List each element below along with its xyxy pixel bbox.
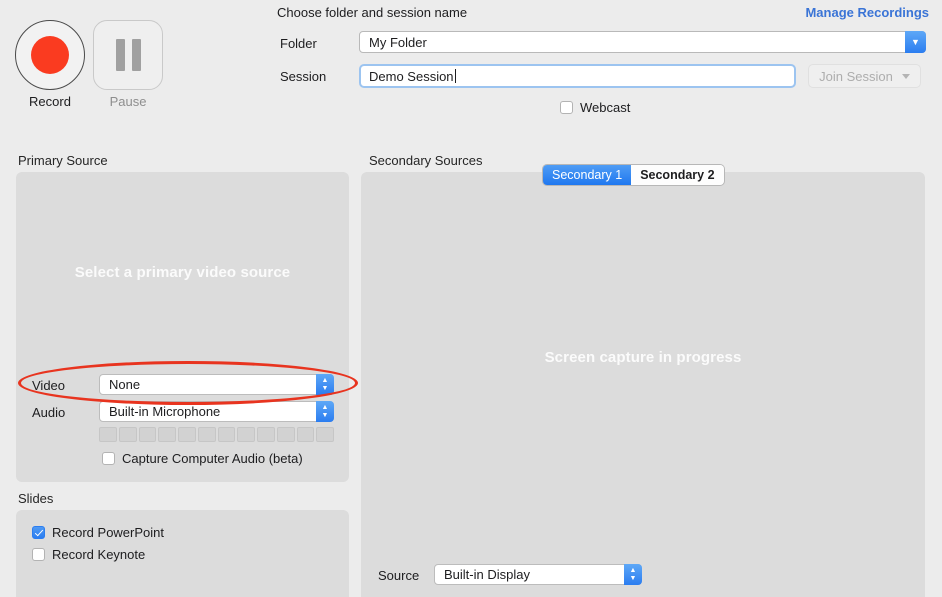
record-keynote-row[interactable]: Record Keynote	[32, 547, 145, 562]
pause-bars-icon	[115, 39, 125, 71]
primary-preview-text: Select a primary video source	[74, 263, 291, 281]
audio-level-segment	[276, 427, 295, 442]
audio-level-segment	[178, 427, 196, 442]
secondary-preview-text: Screen capture in progress	[544, 348, 742, 366]
audio-level-segment	[118, 427, 137, 442]
record-powerpoint-row[interactable]: Record PowerPoint	[32, 525, 164, 540]
updown-chevron-icon[interactable]: ▲ ▼	[316, 374, 334, 395]
text-caret	[454, 68, 456, 83]
record-circle-icon	[31, 36, 69, 74]
audio-source-value: Built-in Microphone	[109, 404, 221, 419]
session-setup-form: Choose folder and session name Manage Re…	[277, 0, 942, 130]
primary-video-preview[interactable]: Select a primary video source	[16, 172, 349, 372]
secondary-source-tabs: Secondary 1 Secondary 2	[543, 165, 724, 185]
webcast-label: Webcast	[580, 100, 631, 115]
audio-level-segment	[237, 427, 255, 442]
video-source-label: Video	[32, 378, 66, 393]
audio-level-segment	[99, 427, 117, 442]
record-keynote-label: Record Keynote	[52, 547, 146, 562]
slides-heading: Slides	[18, 491, 54, 506]
audio-level-segment	[217, 427, 236, 442]
secondary-source-value: Built-in Display	[444, 567, 530, 582]
manage-recordings-link[interactable]: Manage Recordings	[805, 5, 929, 20]
video-source-popup[interactable]: None ▲ ▼	[99, 374, 334, 395]
tab-secondary-2[interactable]: Secondary 2	[631, 165, 724, 185]
folder-combobox[interactable]: My Folder ▼	[359, 31, 926, 53]
pause-button[interactable]	[93, 20, 163, 90]
join-session-button[interactable]: Join Session	[808, 64, 921, 88]
session-label: Session	[280, 69, 327, 84]
secondary-sources-heading: Secondary Sources	[369, 153, 483, 168]
transport-controls: Record Pause	[0, 0, 270, 130]
secondary-source-label: Source	[378, 568, 420, 583]
webcast-checkbox[interactable]	[560, 101, 573, 114]
chevron-down-icon[interactable]: ▼	[905, 31, 926, 53]
updown-chevron-icon[interactable]: ▲ ▼	[316, 401, 334, 422]
pause-bars-icon	[131, 39, 141, 71]
capture-computer-audio-row[interactable]: Capture Computer Audio (beta)	[102, 451, 303, 466]
video-source-value: None	[109, 377, 141, 392]
caret-down-icon	[901, 73, 910, 79]
record-powerpoint-label: Record PowerPoint	[52, 525, 164, 540]
audio-level-meter	[99, 427, 334, 442]
capture-computer-audio-checkbox[interactable]	[102, 452, 115, 465]
record-button-label: Record	[29, 94, 71, 109]
audio-source-label: Audio	[32, 405, 66, 420]
audio-level-segment	[138, 427, 157, 442]
audio-level-segment	[158, 427, 176, 442]
audio-level-segment	[316, 427, 334, 442]
audio-level-segment	[296, 427, 315, 442]
secondary-source-popup[interactable]: Built-in Display ▲ ▼	[434, 564, 642, 585]
record-powerpoint-checkbox[interactable]	[32, 526, 45, 539]
audio-source-popup[interactable]: Built-in Microphone ▲ ▼	[99, 401, 334, 422]
audio-level-segment	[197, 427, 216, 442]
folder-value: My Folder	[369, 34, 427, 50]
updown-chevron-icon[interactable]: ▲ ▼	[624, 564, 642, 585]
secondary-source-panel: Screen capture in progress	[361, 172, 925, 597]
recorder-window: Record Pause Choose folder and session n…	[0, 0, 942, 597]
form-title: Choose folder and session name	[277, 5, 468, 20]
record-keynote-checkbox[interactable]	[32, 548, 45, 561]
join-session-label: Join Session	[819, 68, 893, 84]
session-value: Demo Session	[369, 68, 454, 84]
folder-label: Folder	[280, 36, 317, 51]
session-name-input[interactable]: Demo Session	[359, 64, 796, 88]
primary-source-heading: Primary Source	[18, 153, 108, 168]
secondary-video-preview[interactable]: Screen capture in progress	[361, 172, 925, 542]
audio-level-segment	[257, 427, 275, 442]
capture-computer-audio-label: Capture Computer Audio (beta)	[122, 451, 303, 466]
pause-button-label: Pause	[109, 94, 147, 109]
tab-secondary-1[interactable]: Secondary 1	[543, 165, 632, 185]
record-button[interactable]	[15, 20, 85, 90]
webcast-checkbox-row[interactable]: Webcast	[560, 100, 630, 115]
